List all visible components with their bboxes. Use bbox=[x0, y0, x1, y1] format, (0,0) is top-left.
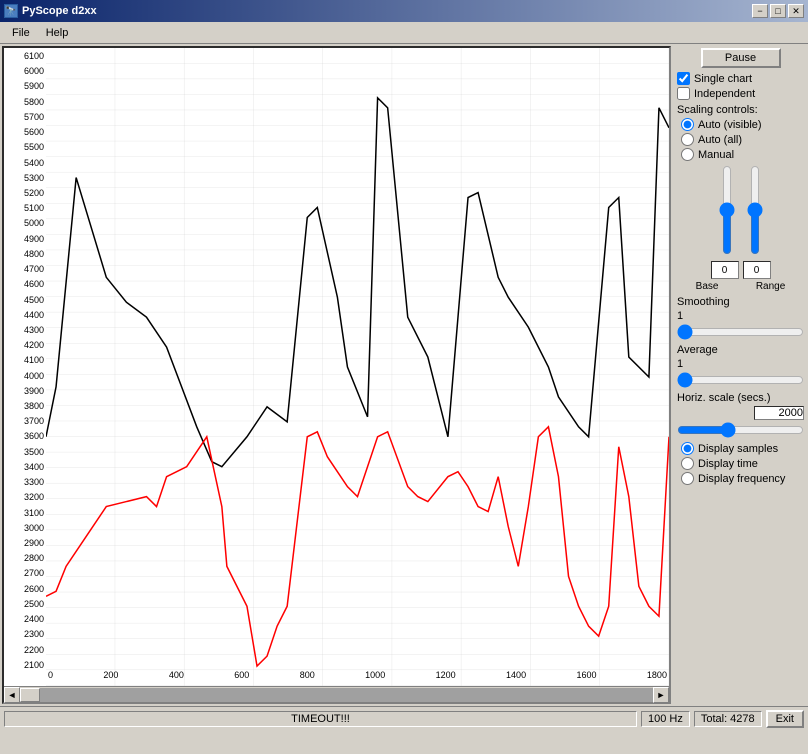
slider-section: 0 0 Base Range bbox=[677, 165, 804, 292]
title-bar: 🔭 PyScope d2xx − □ ✕ bbox=[0, 0, 808, 22]
independent-label: Independent bbox=[694, 88, 755, 100]
display-samples-row: Display samples bbox=[681, 442, 804, 455]
pause-button[interactable]: Pause bbox=[701, 48, 781, 68]
maximize-button[interactable]: □ bbox=[770, 4, 786, 18]
single-chart-section: Single chart Independent bbox=[677, 72, 804, 100]
display-samples-radio[interactable] bbox=[681, 442, 694, 455]
display-time-row: Display time bbox=[681, 457, 804, 470]
smoothing-label: Smoothing bbox=[677, 296, 804, 308]
minimize-button[interactable]: − bbox=[752, 4, 768, 18]
average-value: 1 bbox=[677, 358, 804, 370]
horiz-scale-input[interactable] bbox=[754, 406, 804, 420]
window-title: PyScope d2xx bbox=[22, 5, 97, 17]
display-freq-radio[interactable] bbox=[681, 472, 694, 485]
range-slider[interactable] bbox=[745, 165, 765, 255]
range-value: 0 bbox=[743, 261, 771, 279]
auto-visible-label: Auto (visible) bbox=[698, 119, 762, 131]
range-label: Range bbox=[756, 281, 785, 292]
display-mode-section: Display samples Display time Display fre… bbox=[677, 442, 804, 485]
manual-row: Manual bbox=[681, 148, 804, 161]
average-slider[interactable] bbox=[677, 372, 804, 388]
scroll-thumb[interactable] bbox=[20, 688, 40, 702]
close-button[interactable]: ✕ bbox=[788, 4, 804, 18]
base-value: 0 bbox=[711, 261, 739, 279]
horiz-scale-label: Horiz. scale (secs.) bbox=[677, 392, 804, 404]
main-content: 6100600059005800570056005500540053005200… bbox=[0, 44, 808, 706]
chart-scrollbar[interactable]: ◄ ► bbox=[4, 686, 669, 702]
independent-row: Independent bbox=[677, 87, 804, 100]
window-controls: − □ ✕ bbox=[752, 4, 804, 18]
smoothing-value: 1 bbox=[677, 310, 804, 322]
single-chart-checkbox[interactable] bbox=[677, 72, 690, 85]
menu-help[interactable]: Help bbox=[38, 25, 77, 41]
vertical-sliders bbox=[717, 165, 765, 255]
base-value-group: 0 bbox=[711, 261, 739, 279]
total-status: Total: 4278 bbox=[694, 711, 762, 727]
display-time-label: Display time bbox=[698, 458, 758, 470]
manual-radio[interactable] bbox=[681, 148, 694, 161]
status-bar: TIMEOUT!!! 100 Hz Total: 4278 Exit bbox=[0, 706, 808, 730]
right-panel: Pause Single chart Independent Scaling c… bbox=[673, 44, 808, 706]
smoothing-section: Smoothing 1 bbox=[677, 296, 804, 340]
independent-checkbox[interactable] bbox=[677, 87, 690, 100]
average-label: Average bbox=[677, 344, 804, 356]
scroll-left[interactable]: ◄ bbox=[4, 687, 20, 703]
horiz-scale-section: Horiz. scale (secs.) bbox=[677, 392, 804, 438]
single-chart-row: Single chart bbox=[677, 72, 804, 85]
timeout-status: TIMEOUT!!! bbox=[4, 711, 637, 727]
scaling-section: Scaling controls: Auto (visible) Auto (a… bbox=[677, 104, 804, 161]
average-section: Average 1 bbox=[677, 344, 804, 388]
range-value-group: 0 bbox=[743, 261, 771, 279]
display-time-radio[interactable] bbox=[681, 457, 694, 470]
base-label: Base bbox=[696, 281, 719, 292]
manual-label: Manual bbox=[698, 149, 734, 161]
y-axis: 6100600059005800570056005500540053005200… bbox=[4, 48, 46, 686]
auto-visible-row: Auto (visible) bbox=[681, 118, 804, 131]
auto-all-label: Auto (all) bbox=[698, 134, 742, 146]
scaling-label: Scaling controls: bbox=[677, 104, 804, 116]
menu-bar: File Help bbox=[0, 22, 808, 44]
auto-all-row: Auto (all) bbox=[681, 133, 804, 146]
menu-file[interactable]: File bbox=[4, 25, 38, 41]
display-freq-label: Display frequency bbox=[698, 473, 785, 485]
scroll-track[interactable] bbox=[20, 688, 653, 702]
app-icon: 🔭 bbox=[4, 4, 18, 18]
auto-visible-radio[interactable] bbox=[681, 118, 694, 131]
chart-plot: Channel 120 Channel 121 bbox=[46, 48, 669, 686]
chart-svg bbox=[46, 48, 669, 686]
auto-all-radio[interactable] bbox=[681, 133, 694, 146]
base-range-labels: Base Range bbox=[677, 281, 804, 292]
freq-status: 100 Hz bbox=[641, 711, 690, 727]
horiz-scale-slider[interactable] bbox=[677, 422, 804, 438]
exit-button[interactable]: Exit bbox=[766, 710, 804, 728]
smoothing-slider[interactable] bbox=[677, 324, 804, 340]
scroll-right[interactable]: ► bbox=[653, 687, 669, 703]
single-chart-label: Single chart bbox=[694, 73, 752, 85]
x-axis: 020040060080010001200140016001800 bbox=[46, 670, 669, 686]
display-freq-row: Display frequency bbox=[681, 472, 804, 485]
slider-values: 0 0 bbox=[711, 261, 771, 279]
chart-area: 6100600059005800570056005500540053005200… bbox=[4, 48, 669, 686]
base-slider[interactable] bbox=[717, 165, 737, 255]
display-samples-label: Display samples bbox=[698, 443, 778, 455]
